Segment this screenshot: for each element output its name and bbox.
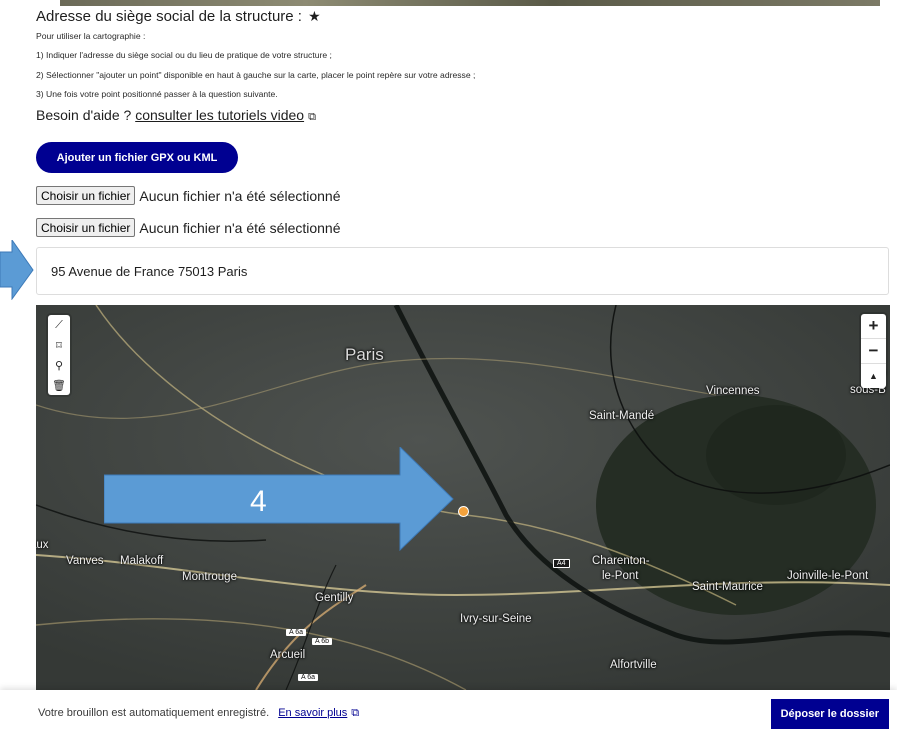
submit-dossier-button[interactable]: Déposer le dossier [770,699,889,729]
choose-file-button[interactable]: Choisir un fichier [36,218,136,237]
map-label: Saint-Maurice [692,581,763,593]
map-hint-step-2: 2) Sélectionner "ajouter un point" dispo… [36,70,476,80]
external-link-icon: ⧉ [308,111,316,123]
help-line: Besoin d'aide ? consulter les tutoriels … [36,107,316,123]
file-status: Aucun fichier n'a été sélectionné [139,219,341,236]
autosave-notice: Votre brouillon est automatiquement enre… [38,706,360,719]
map-label: Malakoff [120,555,164,567]
map-label: Joinville-le-Pont [787,570,869,582]
file-input-row-2: Choisir un fichier Aucun fichier n'a été… [36,218,341,237]
tutorials-link[interactable]: consulter les tutoriels video ⧉ [135,107,316,123]
map-label: Vincennes [706,385,760,397]
road-shield: A 6a [286,629,307,636]
map-hint-step-1: 1) Indiquer l'adresse du siège social ou… [36,50,332,60]
map-label: Vanves [66,555,104,567]
external-link-icon: ⧉ [351,706,360,719]
map[interactable]: Paris Vincennes Saint-Mandé Fo sous-B au… [36,305,890,690]
section-title: Adresse du siège social de la structure … [36,8,321,25]
learn-more-link[interactable]: En savoir plus ⧉ [278,707,359,719]
header-image-strip [60,0,880,6]
location-marker[interactable] [458,506,469,517]
zoom-controls: + − ▲ [861,314,886,388]
map-label: Charenton- [592,555,650,567]
footer-bar: Votre brouillon est automatiquement enre… [0,690,897,736]
map-hint-intro: Pour utiliser la cartographie : [36,31,146,41]
zoom-out-button[interactable]: − [861,339,886,364]
map-label: Gentilly [315,592,354,604]
map-label: le-Pont [602,570,639,582]
file-input-row-1: Choisir un fichier Aucun fichier n'a été… [36,186,341,205]
map-label: Arcueil [270,649,306,661]
annotation-arrow-left [0,240,34,300]
marker-tool-icon[interactable]: ⚲ [48,355,70,375]
road-shield: A4 [553,559,570,568]
compass-icon[interactable]: ▲ [861,364,886,388]
map-label: aux [36,539,49,551]
map-label: Ivry-sur-Seine [460,613,532,625]
map-hint-step-3: 3) Une fois votre point positionné passe… [36,89,278,99]
map-label: Saint-Mandé [589,410,655,422]
address-input[interactable]: 95 Avenue de France 75013 Paris [36,247,889,295]
add-gpx-kml-button[interactable]: Ajouter un fichier GPX ou KML [36,142,238,173]
road-shield: A 6b [312,638,333,645]
trash-icon[interactable]: 🗑 [48,375,70,395]
file-status: Aucun fichier n'a été sélectionné [139,187,341,204]
line-tool-icon[interactable]: ⟋ [48,315,70,335]
road-shield: A 6a [298,674,319,681]
map-label: Montrouge [182,571,237,583]
map-label: Paris [345,345,384,364]
annotation-arrow-4 [104,447,454,551]
choose-file-button[interactable]: Choisir un fichier [36,186,136,205]
annotation-number: 4 [250,485,267,518]
required-star-icon: ★ [308,8,321,24]
draw-toolbar: ⟋ ⌑ ⚲ 🗑 [48,315,70,395]
polygon-tool-icon[interactable]: ⌑ [48,335,70,355]
zoom-in-button[interactable]: + [861,314,886,339]
map-label: Alfortville [610,659,657,671]
